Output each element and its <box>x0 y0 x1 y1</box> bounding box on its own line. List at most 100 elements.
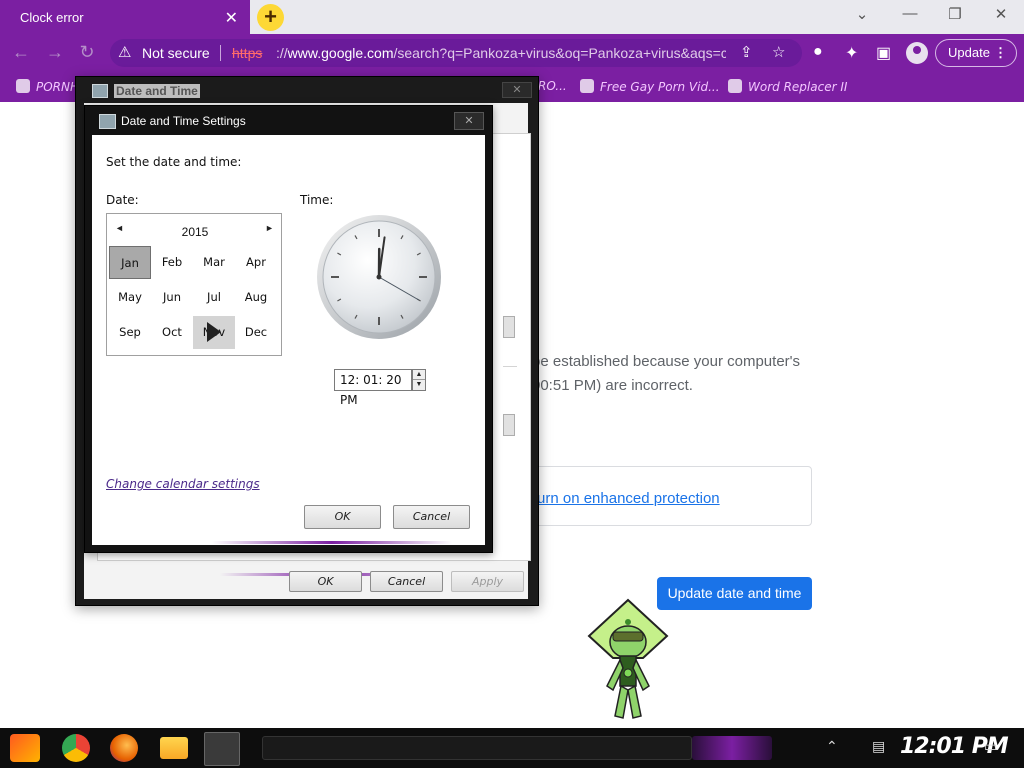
outer-cancel-button[interactable]: Cancel <box>370 571 443 592</box>
spin-down-icon[interactable]: ▼ <box>413 380 425 390</box>
theme-glow <box>212 541 452 544</box>
bookmark-star-icon[interactable]: ☆ <box>772 43 785 61</box>
month-may[interactable]: May <box>109 281 151 314</box>
minimize-button[interactable]: — <box>898 5 922 22</box>
extension-avatar-icon[interactable]: ● <box>813 43 823 61</box>
month-dec[interactable]: Dec <box>235 316 277 349</box>
error-text-line1: be established because your computer's <box>532 353 801 370</box>
spin-up-icon[interactable]: ▲ <box>413 370 425 380</box>
outer-close-button[interactable]: ✕ <box>502 82 532 98</box>
security-label[interactable]: Not secure <box>142 45 210 61</box>
month-jul[interactable]: Jul <box>193 281 235 314</box>
address-bar[interactable]: ⚠ Not secure https ://www.google.com/sea… <box>110 39 802 67</box>
inner-ok-button[interactable]: OK <box>304 505 381 529</box>
change-calendar-settings-link[interactable]: Change calendar settings <box>106 477 260 491</box>
share-icon[interactable]: ⇪ <box>740 43 753 61</box>
back-icon[interactable]: ← <box>10 42 32 63</box>
month-aug[interactable]: Aug <box>235 281 277 314</box>
taskbar-search-strip[interactable] <box>262 736 692 760</box>
clock-center <box>376 274 382 280</box>
month-feb[interactable]: Feb <box>151 246 193 279</box>
peridot-character-image <box>587 598 669 719</box>
date-time-app-icon <box>99 114 116 129</box>
tab-clock-error[interactable]: Clock error ✕ <box>0 0 250 34</box>
notification-icon[interactable]: ▭ <box>984 738 997 755</box>
bookmark-item[interactable]: Word Replacer II <box>728 79 847 94</box>
update-button[interactable]: Update ⋮ <box>935 39 1017 67</box>
date-label: Date: <box>106 193 139 207</box>
omnibox-divider <box>220 45 221 61</box>
date-time-app-icon <box>92 84 108 98</box>
bookmark-label: Word Replacer II <box>748 80 848 94</box>
outer-apply-button[interactable]: Apply <box>451 571 524 592</box>
dialog-title: Date and Time <box>114 84 200 98</box>
time-input[interactable]: 12: 01: 20 PM <box>334 369 412 407</box>
warning-icon[interactable]: ⚠ <box>118 43 131 61</box>
tray-overflow-icon[interactable]: ⌃ <box>826 738 838 755</box>
time-spinner[interactable]: ▲ ▼ <box>412 369 426 391</box>
change-date-button-edge[interactable] <box>503 316 515 338</box>
url-domain: www.google.com <box>287 45 394 61</box>
forward-icon[interactable]: → <box>44 42 66 63</box>
url-scheme: https <box>232 45 263 61</box>
bookmark-item[interactable]: RO... <box>538 79 567 93</box>
tab-search-icon[interactable]: ⌄ <box>850 5 874 23</box>
dialog-title: Date and Time Settings <box>121 114 246 128</box>
instruction-text: Set the date and time: <box>106 155 242 169</box>
enhanced-protection-link[interactable]: urn on enhanced protection <box>537 490 720 507</box>
bookmark-label: Free Gay Porn Vid... <box>600 80 720 94</box>
firefox-icon[interactable] <box>110 734 138 762</box>
url-text: ://www.google.com/search?q=Pankoza+virus… <box>276 45 726 61</box>
restore-button[interactable]: ❐ <box>943 5 967 23</box>
month-mar[interactable]: Mar <box>193 246 235 279</box>
bookmark-label: RO... <box>538 79 567 93</box>
bookmark-favicon-icon <box>728 79 742 93</box>
change-timezone-button-edge[interactable] <box>503 414 515 436</box>
settings-body: Set the date and time: Date: Time: ◄ 201… <box>92 135 485 545</box>
inner-close-button[interactable]: ✕ <box>454 112 484 130</box>
extensions-puzzle-icon[interactable]: ✦ <box>845 43 858 63</box>
calendar-year[interactable]: 2015 <box>107 225 283 239</box>
month-oct[interactable]: Oct <box>151 316 193 349</box>
url-sep: :// <box>276 45 288 61</box>
update-label: Update <box>948 45 990 60</box>
url-path: /search?q=Pankoza+virus&oq=Pankoza+virus… <box>393 45 727 61</box>
tab-close-icon[interactable]: ✕ <box>225 8 238 28</box>
bookmark-label: PORNH <box>36 80 80 94</box>
taskbar: ⌃ ▤ 12:01 PM ▭ <box>0 728 1024 768</box>
taskbar-theme-strip <box>692 736 772 760</box>
mouse-cursor-icon <box>207 322 221 342</box>
error-text-line2: 00:51 PM) are incorrect. <box>532 377 693 394</box>
month-jun[interactable]: Jun <box>151 281 193 314</box>
panel-divider <box>503 366 517 367</box>
network-icon[interactable]: ▤ <box>872 738 885 755</box>
start-icon[interactable] <box>10 734 40 762</box>
month-apr[interactable]: Apr <box>235 246 277 279</box>
update-date-time-button[interactable]: Update date and time <box>657 577 812 610</box>
new-tab-button[interactable]: + <box>257 4 284 31</box>
bookmark-item[interactable]: PORNH <box>16 79 79 94</box>
month-jan[interactable]: Jan <box>109 246 151 279</box>
close-window-button[interactable]: ✕ <box>989 5 1013 23</box>
profile-avatar[interactable] <box>906 42 928 64</box>
month-sep[interactable]: Sep <box>109 316 151 349</box>
date-time-icon[interactable] <box>204 732 240 766</box>
menu-dots-icon[interactable]: ⋮ <box>994 40 1007 66</box>
chrome-icon[interactable] <box>62 734 90 762</box>
side-panel-icon[interactable]: ▣ <box>876 43 891 63</box>
bookmark-item[interactable]: Free Gay Porn Vid... <box>580 79 720 94</box>
date-time-settings-dialog: Date and Time Settings ✕ Set the date an… <box>84 105 493 553</box>
calendar-picker: ◄ 2015 ► Jan Feb Mar Apr May Jun Jul Aug Sep Oct N… <box>106 213 282 356</box>
enhanced-protection-box: urn on enhanced protection <box>520 466 812 526</box>
inner-cancel-button[interactable]: Cancel <box>393 505 470 529</box>
analog-clock <box>317 215 441 339</box>
browser-toolbar: ← → ↻ ⚠ Not secure https ://www.google.c… <box>0 34 1024 72</box>
tab-strip: Clock error ✕ + ⌄ — ❐ ✕ <box>0 0 1024 34</box>
reload-icon[interactable]: ↻ <box>76 42 98 63</box>
time-label: Time: <box>300 193 334 207</box>
bookmark-favicon-icon <box>16 79 30 93</box>
outer-ok-button[interactable]: OK <box>289 571 362 592</box>
file-explorer-icon[interactable] <box>160 737 188 759</box>
next-year-icon[interactable]: ► <box>265 223 274 233</box>
bookmark-favicon-icon <box>580 79 594 93</box>
